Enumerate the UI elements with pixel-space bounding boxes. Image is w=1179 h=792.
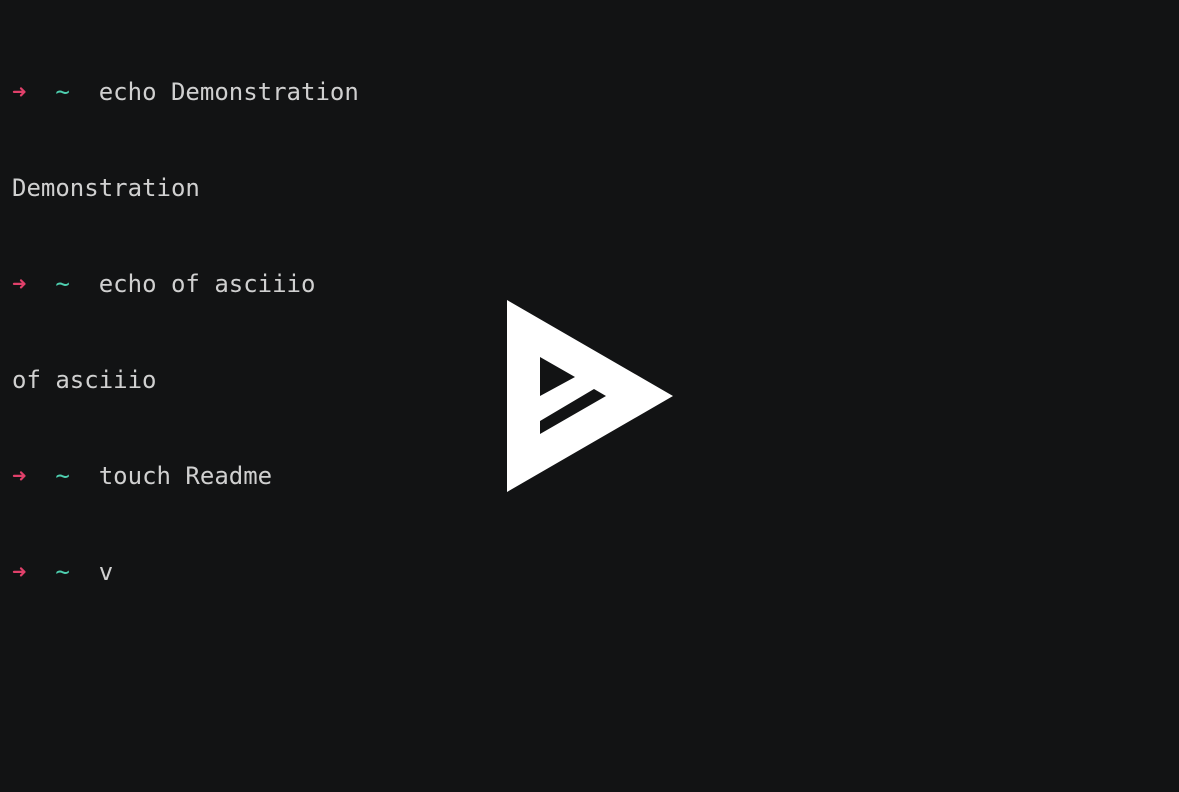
terminal-line-1: ➜ ~ echo Demonstration — [12, 76, 359, 108]
play-button[interactable] — [506, 299, 676, 493]
terminal-line-2: Demonstration — [12, 172, 359, 204]
asciinema-play-icon — [507, 300, 673, 492]
prompt-command: echo Demonstration — [98, 78, 359, 106]
command-output: Demonstration — [12, 174, 200, 202]
terminal-line-6: ➜ ~ v — [12, 556, 359, 588]
terminal-line-4: of asciiio — [12, 364, 359, 396]
prompt-command: echo of asciiio — [98, 270, 316, 298]
prompt-arrow: ➜ — [12, 270, 27, 298]
terminal-line-5: ➜ ~ touch Readme — [12, 460, 359, 492]
prompt-command: touch Readme — [98, 462, 273, 490]
prompt-dir: ~ — [55, 462, 70, 490]
command-output: of asciiio — [12, 366, 157, 394]
prompt-arrow: ➜ — [12, 462, 27, 490]
prompt-dir: ~ — [55, 78, 70, 106]
prompt-dir: ~ — [55, 270, 70, 298]
prompt-command: v — [98, 558, 114, 586]
asciinema-player[interactable]: ➜ ~ echo Demonstration Demonstration ➜ ~… — [0, 0, 1179, 792]
terminal-line-3: ➜ ~ echo of asciiio — [12, 268, 359, 300]
prompt-dir: ~ — [55, 558, 70, 586]
prompt-arrow: ➜ — [12, 558, 27, 586]
terminal-screen: ➜ ~ echo Demonstration Demonstration ➜ ~… — [12, 12, 359, 652]
prompt-arrow: ➜ — [12, 78, 27, 106]
